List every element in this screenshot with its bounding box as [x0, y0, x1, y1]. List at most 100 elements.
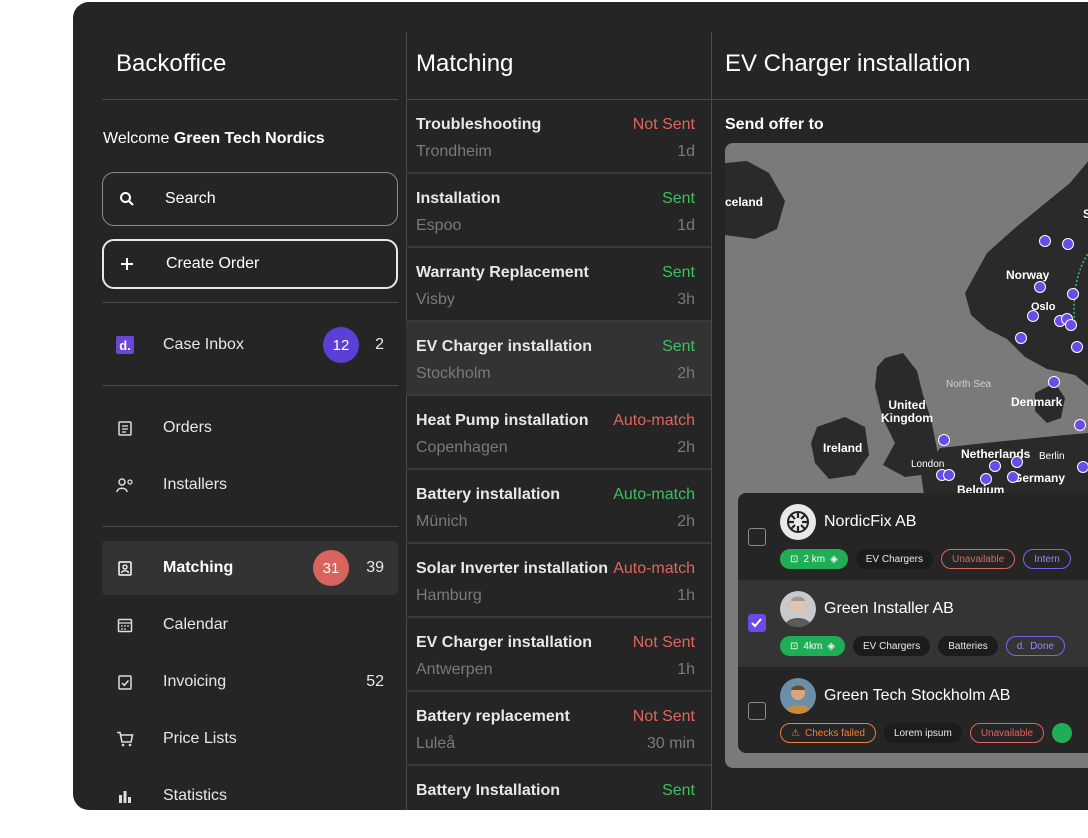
sidebar-item-case-inbox[interactable]: d. Case Inbox 12 2 [102, 318, 398, 372]
order-row[interactable]: Troubleshooting Not Sent Trondheim 1d [406, 100, 711, 174]
cart-icon [116, 730, 134, 748]
order-time: 30 min [646, 735, 695, 752]
search-icon [119, 173, 135, 225]
distance-value: 2 km [803, 553, 826, 565]
order-title: Troubleshooting [416, 116, 542, 133]
category-tag: EV Chargers [855, 549, 934, 569]
category-tag: Batteries [938, 636, 998, 656]
diamond-icon: ◈ [830, 553, 838, 565]
order-status: Not Sent [632, 708, 695, 725]
send-offer-label: Send offer to [725, 116, 824, 133]
sidebar-item-statistics[interactable]: Statistics [102, 769, 398, 810]
matching-badge: 31 [313, 550, 349, 586]
installer-tags: ⊡ 4km ◈ EV Chargers Batteries d. Done [780, 636, 1065, 656]
order-city: Luleå [416, 735, 456, 752]
create-order-button[interactable]: Create Order [102, 239, 398, 289]
sidebar-item-invoicing[interactable]: Invoicing 52 [102, 655, 398, 709]
order-row[interactable]: Battery replacement Not Sent Luleå 30 min [406, 692, 711, 766]
map-label-ireland: Ireland [823, 441, 863, 455]
status-tag: Unavailable [969, 723, 1045, 743]
sidebar: Backoffice Welcome Green Tech Nordics Se… [73, 2, 406, 810]
sidebar-item-matching[interactable]: Matching 31 39 [102, 541, 398, 595]
status-tag: Intern [1023, 549, 1071, 569]
order-city: Münich [416, 513, 468, 530]
installer-row[interactable]: Green Tech Stockholm AB ⚠ Checks failed L… [738, 667, 1088, 753]
order-row[interactable]: EV Charger installation Not Sent Antwerpen… [406, 618, 711, 692]
installer-map-pin[interactable] [938, 434, 950, 446]
order-row[interactable]: Heat Pump installation Auto-match Copenhag… [406, 396, 711, 470]
brand-logo-icon: d. [116, 336, 134, 354]
installer-map-pin[interactable] [980, 473, 992, 485]
welcome-text: Welcome Green Tech Nordics [103, 130, 325, 148]
case-inbox-badge: 12 [323, 327, 359, 363]
badge-check-icon [116, 559, 134, 577]
order-status: Auto-match [613, 560, 695, 577]
installer-map-pin[interactable] [1007, 471, 1019, 483]
order-status: Auto-match [613, 412, 695, 429]
matching-count: 39 [366, 559, 384, 576]
order-row[interactable]: Solar Inverter installation Auto-match Ham… [406, 544, 711, 618]
order-title: Solar Inverter installation [416, 560, 609, 577]
order-row[interactable]: Installation Sent Espoo 1d [406, 174, 711, 248]
calendar-icon [116, 616, 134, 634]
order-time: 1d [677, 143, 695, 160]
welcome-prefix: Welcome [103, 130, 170, 147]
installer-map-pin[interactable] [1015, 332, 1027, 344]
installer-map-pin[interactable] [1011, 456, 1023, 468]
divider [102, 99, 398, 100]
installer-map-pin[interactable] [1065, 319, 1077, 331]
installer-map-pin[interactable] [1071, 341, 1083, 353]
installer-checkbox-checked[interactable] [748, 614, 766, 632]
order-time: 1h [677, 661, 695, 678]
car-icon: ⊡ [790, 553, 799, 565]
order-title: EV Charger installation [416, 338, 593, 355]
installer-row[interactable]: Green Installer AB ⊡ 4km ◈ EV Chargers Bat… [738, 580, 1088, 667]
installer-row[interactable]: NordicFix AB ⊡ 2 km ◈ EV Chargers Unavaila… [738, 493, 1088, 580]
installer-checkbox[interactable] [748, 702, 766, 720]
order-city: Stockholm [416, 365, 491, 382]
order-row[interactable]: Battery Installation Sent [406, 766, 711, 810]
sidebar-item-installers[interactable]: Installers [102, 458, 398, 512]
sidebar-title: Backoffice [116, 50, 227, 77]
installer-map-pin[interactable] [1027, 310, 1039, 322]
order-status: Not Sent [632, 634, 695, 651]
order-row[interactable]: Battery installation Auto-match Münich 2h [406, 470, 711, 544]
installer-map-pin[interactable] [1034, 281, 1046, 293]
installer-map-pin[interactable] [1039, 235, 1051, 247]
plus-icon [120, 241, 134, 287]
sidebar-item-label: Price Lists [163, 730, 237, 747]
detail-title: EV Charger installation [725, 50, 971, 77]
installer-map-pin[interactable] [989, 460, 1001, 472]
installer-map-pin[interactable] [1048, 376, 1060, 388]
search-button[interactable]: Search [102, 172, 398, 226]
checklist-icon [116, 673, 134, 691]
installer-map-pin[interactable] [1077, 461, 1088, 473]
order-title: Heat Pump installation [416, 412, 589, 429]
map-label-germany: Germany [1013, 471, 1066, 485]
installer-map-pin[interactable] [943, 469, 955, 481]
sidebar-item-price-lists[interactable]: Price Lists [102, 712, 398, 766]
order-status: Sent [662, 190, 695, 207]
installer-map-pin[interactable] [1067, 288, 1079, 300]
order-title: Battery replacement [416, 708, 570, 725]
matching-title: Matching [416, 50, 514, 77]
sidebar-item-label: Case Inbox [163, 336, 244, 353]
order-title: EV Charger installation [416, 634, 593, 651]
sidebar-item-orders[interactable]: Orders [102, 401, 398, 455]
car-icon: ⊡ [790, 640, 799, 652]
order-title: Installation [416, 190, 501, 207]
users-gear-icon [116, 476, 134, 494]
order-time: 2h [677, 439, 695, 456]
map-label-norway: Norway [1006, 268, 1050, 282]
installer-map-pin[interactable] [1074, 419, 1086, 431]
installer-map-pin[interactable] [1062, 238, 1074, 250]
sidebar-item-calendar[interactable]: Calendar [102, 598, 398, 652]
brand-logo-icon: d. [1016, 640, 1026, 652]
order-row[interactable]: EV Charger installation Sent Stockholm 2h [406, 322, 711, 396]
order-time: 3h [677, 291, 695, 308]
case-inbox-count: 2 [375, 336, 384, 353]
order-time: 2h [677, 365, 695, 382]
installer-checkbox[interactable] [748, 528, 766, 546]
distance-value: 4km [803, 640, 823, 652]
order-row[interactable]: Warranty Replacement Sent Visby 3h [406, 248, 711, 322]
